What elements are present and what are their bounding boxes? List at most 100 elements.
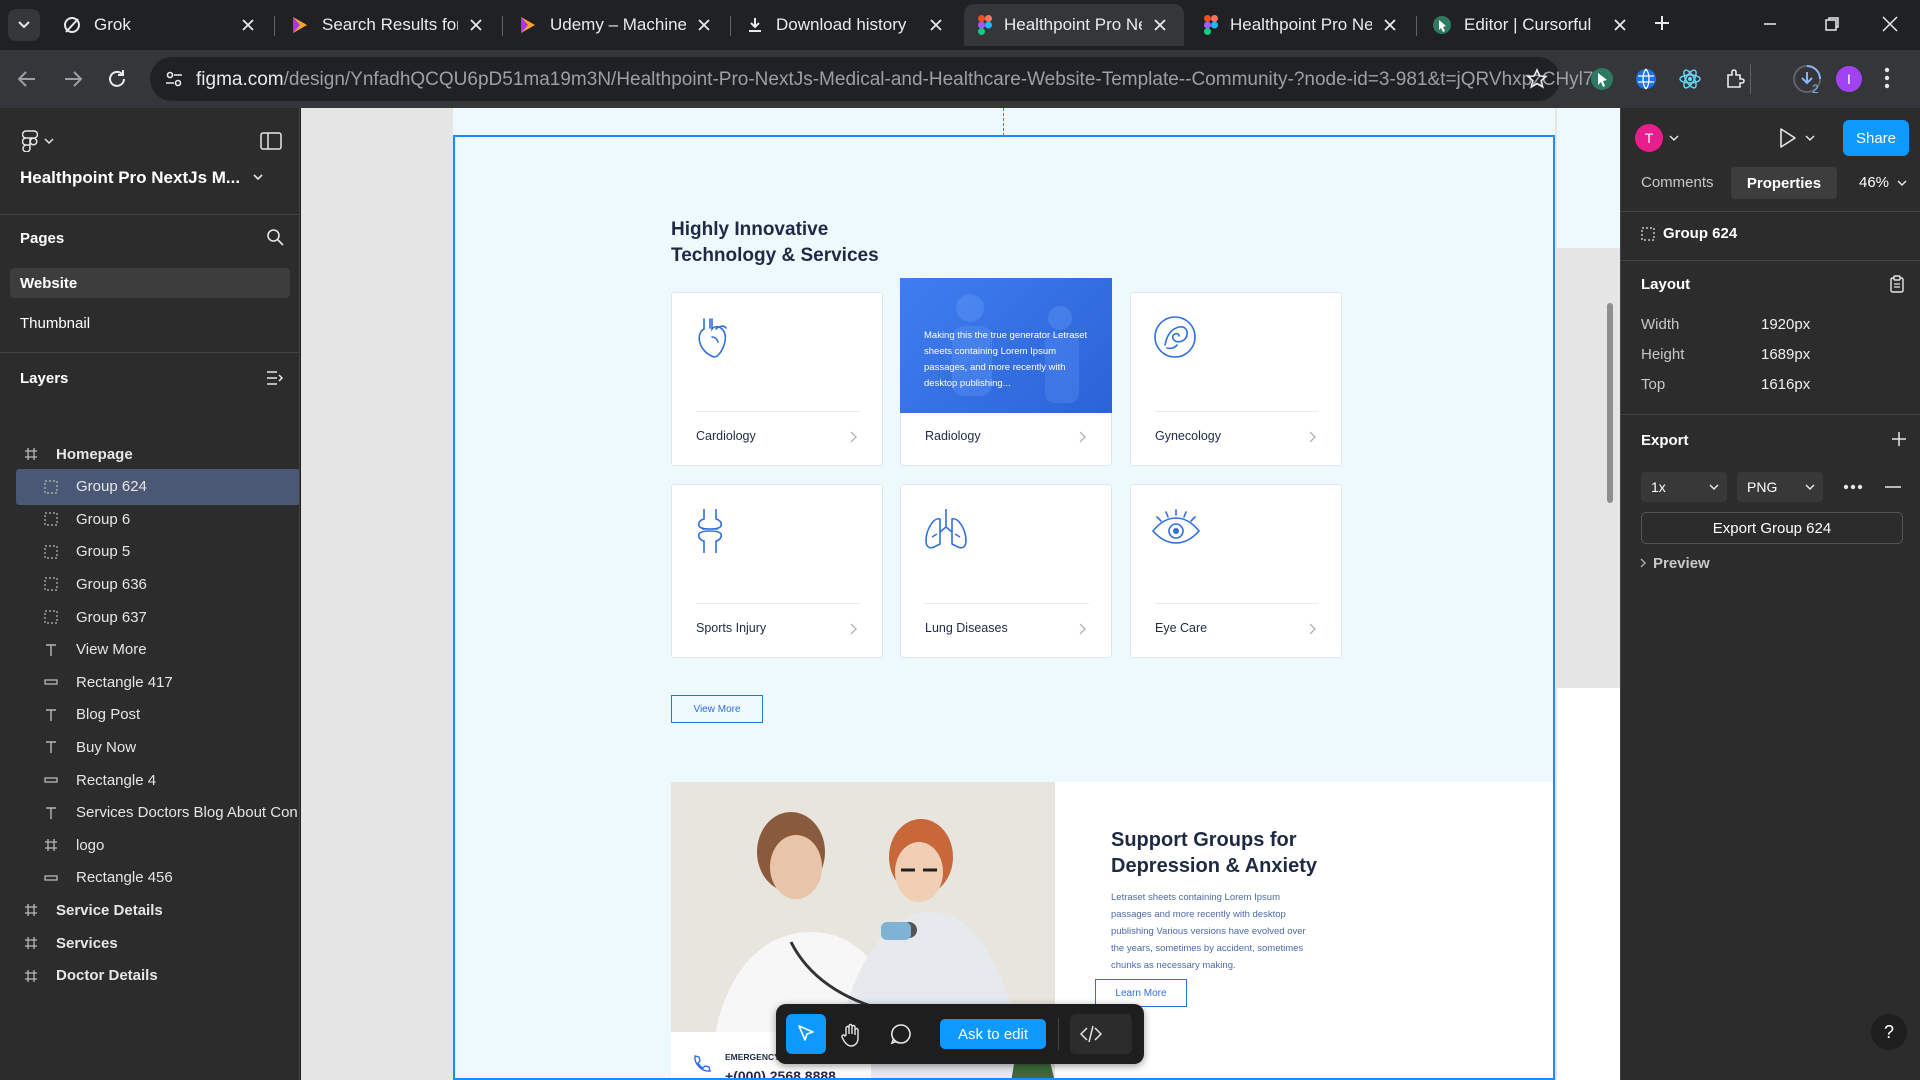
user-avatar[interactable]: T <box>1635 124 1663 152</box>
search-pages-icon[interactable] <box>266 228 284 246</box>
minimize-icon[interactable] <box>1760 14 1780 34</box>
present-options-chevron-icon[interactable] <box>1805 134 1815 142</box>
top-value[interactable]: 1616px <box>1761 376 1810 393</box>
address-bar[interactable]: figma.com/design/YnfadhQCQU6pD51ma19m3N/… <box>150 57 1609 101</box>
tab-properties[interactable]: Properties <box>1731 167 1837 199</box>
tab-close-icon[interactable] <box>1610 15 1630 35</box>
service-card-cardiology[interactable]: Cardiology <box>671 292 883 466</box>
zoom-level[interactable]: 46% <box>1859 174 1889 191</box>
close-window-icon[interactable] <box>1880 14 1900 34</box>
vertical-scrollbar[interactable] <box>1607 303 1613 503</box>
layer-row[interactable]: Rectangle 417 <box>16 664 299 700</box>
remove-export-icon[interactable] <box>1885 486 1901 488</box>
tab-close-icon[interactable] <box>1380 15 1400 35</box>
export-format-select[interactable]: PNG <box>1737 472 1823 502</box>
group-624-selected-frame[interactable]: Highly Innovative Technology & Services … <box>453 135 1555 1080</box>
figma-main-menu[interactable] <box>22 130 54 152</box>
tab-close-icon[interactable] <box>1150 15 1170 35</box>
tab-download-history[interactable]: Download history <box>732 4 960 46</box>
react-devtools-icon[interactable] <box>1678 67 1702 91</box>
service-card-lung-diseases[interactable]: Lung Diseases <box>900 484 1112 658</box>
layer-row[interactable]: Rectangle 456 <box>16 860 299 896</box>
tab-close-icon[interactable] <box>694 15 714 35</box>
width-value[interactable]: 1920px <box>1761 316 1810 333</box>
extensions-puzzle-icon[interactable] <box>1724 67 1748 91</box>
collapse-layers-icon[interactable] <box>266 370 284 386</box>
hand-tool-icon[interactable] <box>840 1023 862 1047</box>
service-card-sports-injury[interactable]: Sports Injury <box>671 484 883 658</box>
layer-row[interactable]: Group 624 <box>16 468 299 505</box>
cursorful-extension-icon[interactable] <box>1590 67 1614 91</box>
tab-cursorful[interactable]: Editor | Cursorful <box>1418 4 1644 46</box>
tab-close-icon[interactable] <box>926 15 946 35</box>
new-tab-icon[interactable] <box>1652 13 1672 33</box>
page-item-thumbnail[interactable]: Thumbnail <box>20 315 90 332</box>
tab-close-icon[interactable] <box>466 15 486 35</box>
layer-row[interactable]: Doctor Details <box>16 958 299 994</box>
figma-canvas[interactable]: Highly Innovative Technology & Services … <box>301 108 1620 1080</box>
layer-row[interactable]: Blog Post <box>16 697 299 733</box>
arrow-right-icon <box>850 623 858 635</box>
reload-icon[interactable] <box>106 68 128 90</box>
share-button[interactable]: Share <box>1843 120 1909 156</box>
help-button[interactable]: ? <box>1871 1014 1907 1050</box>
phone-icon <box>691 1054 711 1074</box>
file-name[interactable]: Healthpoint Pro NextJs M... <box>20 168 240 188</box>
downloads-button[interactable]: 2 <box>1790 62 1824 96</box>
layer-row[interactable]: Services Doctors Blog About Con <box>16 795 299 831</box>
layer-row[interactable]: Buy Now <box>16 729 299 765</box>
chevron-down-icon[interactable] <box>1669 134 1679 142</box>
layer-row[interactable]: Service Details <box>16 892 299 928</box>
tab-grok[interactable]: Grok <box>48 4 272 46</box>
view-more-button[interactable]: View More <box>671 695 763 723</box>
learn-more-button[interactable]: Learn More <box>1095 979 1187 1007</box>
layer-row[interactable]: Group 636 <box>16 566 299 602</box>
layer-row[interactable]: Homepage <box>16 436 299 472</box>
export-scale-value: 1x <box>1651 479 1666 495</box>
toggle-sidebar-icon[interactable] <box>260 132 282 150</box>
tab-close-icon[interactable] <box>238 15 258 35</box>
browser-menu-icon[interactable] <box>1884 67 1890 89</box>
tab-comments[interactable]: Comments <box>1641 174 1714 191</box>
preview-toggle[interactable]: Preview <box>1653 555 1710 572</box>
layer-row[interactable]: Services <box>16 925 299 961</box>
site-info-icon[interactable] <box>164 69 184 89</box>
dev-mode-toggle[interactable] <box>1070 1014 1132 1054</box>
height-value[interactable]: 1689px <box>1761 346 1810 363</box>
bookmark-star-icon[interactable] <box>1526 68 1548 90</box>
export-settings-icon[interactable] <box>1843 484 1863 490</box>
layer-row[interactable]: Group 637 <box>16 599 299 635</box>
file-menu-chevron-icon[interactable] <box>252 172 264 182</box>
profile-avatar[interactable]: I <box>1836 66 1862 92</box>
layer-row[interactable]: Rectangle 4 <box>16 762 299 798</box>
move-tool-button[interactable] <box>786 1014 826 1054</box>
copy-properties-icon[interactable] <box>1889 275 1905 293</box>
add-export-icon[interactable] <box>1891 431 1907 447</box>
preview-chevron-icon[interactable] <box>1639 558 1647 568</box>
layer-row[interactable]: logo <box>16 827 299 863</box>
tab-search-button[interactable] <box>8 9 40 41</box>
back-icon[interactable] <box>16 68 38 90</box>
url-text[interactable]: figma.com/design/YnfadhQCQU6pD51ma19m3N/… <box>196 69 1609 91</box>
service-name: Cardiology <box>696 429 756 443</box>
service-card-eye-care[interactable]: Eye Care <box>1130 484 1342 658</box>
zoom-chevron-icon[interactable] <box>1897 179 1907 187</box>
export-button[interactable]: Export Group 624 <box>1641 512 1903 544</box>
tab-healthpoint[interactable]: Healthpoint Pro Next <box>1190 4 1414 46</box>
tab-search-results[interactable]: Search Results for "M <box>276 4 500 46</box>
service-card-gynecology[interactable]: Gynecology <box>1130 292 1342 466</box>
layer-row[interactable]: Group 5 <box>16 534 299 570</box>
forward-icon[interactable] <box>62 68 84 90</box>
page-item-website[interactable]: Website <box>10 268 290 298</box>
restore-icon[interactable] <box>1822 14 1842 34</box>
ask-to-edit-button[interactable]: Ask to edit <box>940 1019 1046 1049</box>
service-card-radiology[interactable]: Making this the true generator Letraset … <box>900 278 1112 466</box>
globe-extension-icon[interactable] <box>1634 67 1658 91</box>
export-scale-select[interactable]: 1x <box>1641 472 1727 502</box>
tab-healthpoint-active[interactable]: Healthpoint Pro Next <box>964 4 1184 46</box>
layer-row[interactable]: Group 6 <box>16 501 299 537</box>
layer-row[interactable]: View More <box>16 632 299 668</box>
comment-tool-icon[interactable] <box>890 1023 912 1045</box>
tab-udemy[interactable]: Udemy – Machine Le <box>504 4 728 46</box>
present-play-icon[interactable] <box>1779 127 1797 149</box>
